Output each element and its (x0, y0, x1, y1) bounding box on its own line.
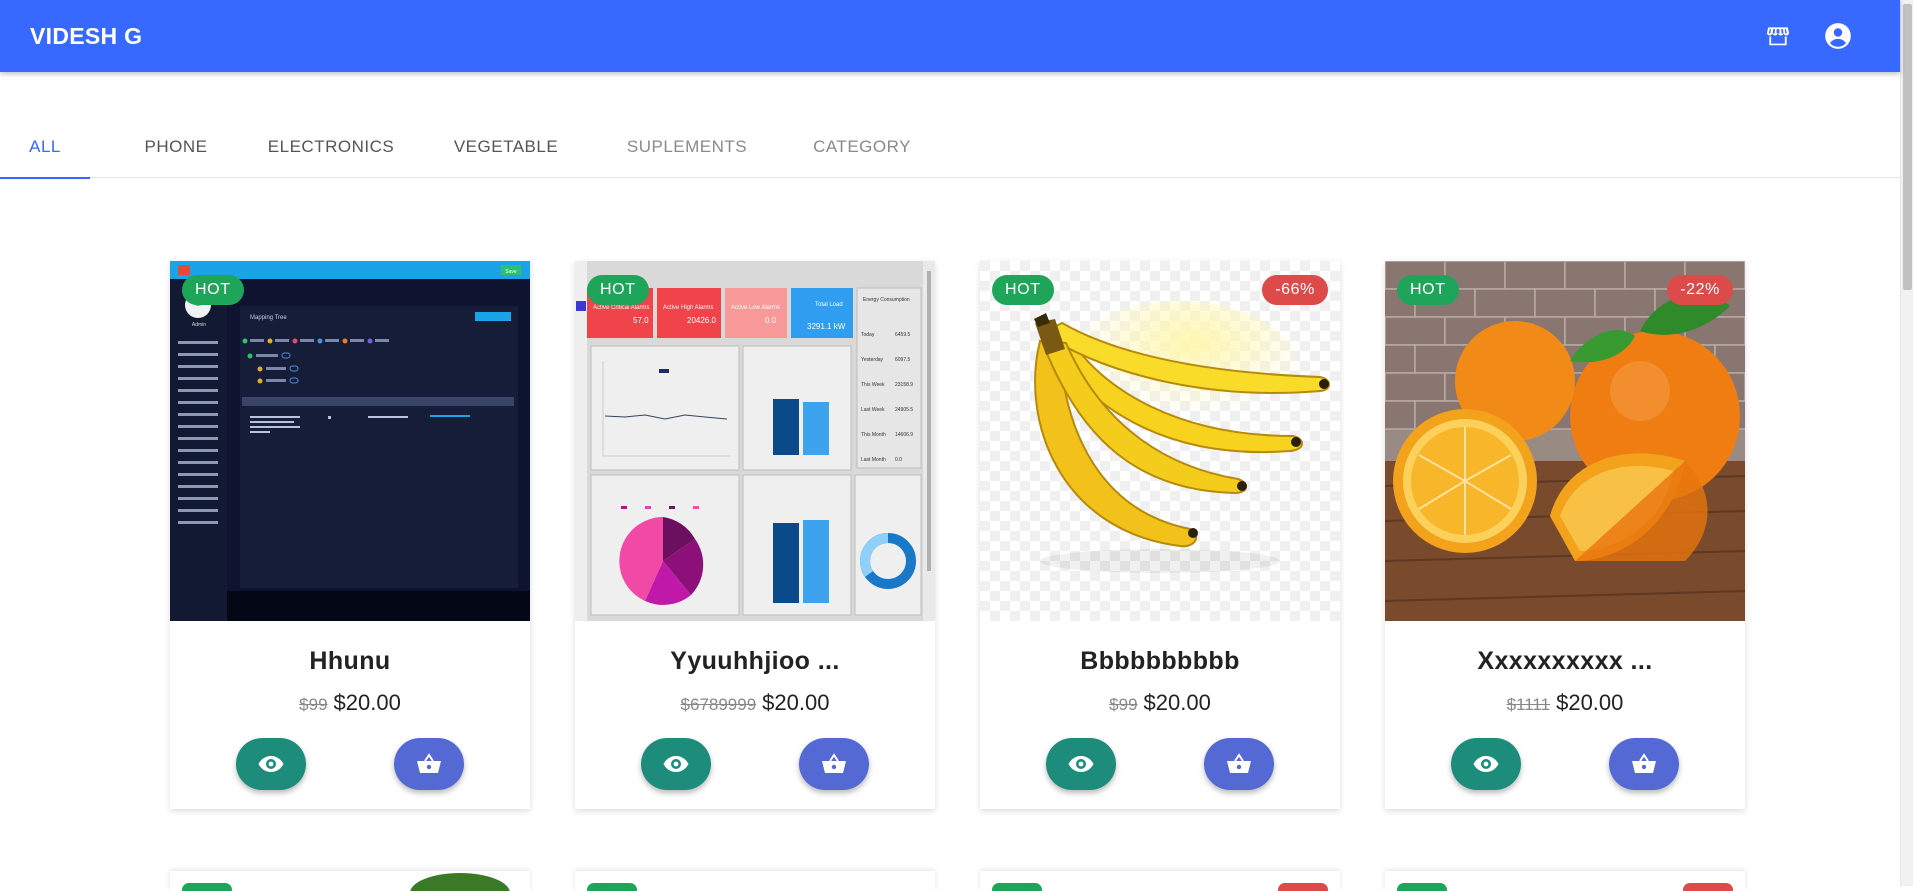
product-grid-next-row (170, 871, 1745, 891)
tab-suplements[interactable]: SUPLEMENTS (612, 116, 762, 178)
account-circle-icon[interactable] (1822, 20, 1854, 52)
old-price: $1111 (1506, 695, 1551, 714)
sale-price: $20.00 (333, 690, 401, 715)
svg-text:57.0: 57.0 (633, 316, 649, 325)
product-card[interactable]: HOT Save Admin Mapping Tree Hhunu $99 $2… (170, 261, 530, 809)
svg-text:14606.9: 14606.9 (895, 432, 913, 438)
add-to-cart-button[interactable] (1204, 738, 1274, 790)
hot-badge: HOT (1397, 275, 1459, 305)
svg-text:Mapping Tree: Mapping Tree (250, 315, 287, 321)
product-image-dashboard[interactable]: HOT Save Admin Mapping Tree (170, 261, 530, 621)
svg-text:Active Critical Alarms: Active Critical Alarms (593, 305, 649, 311)
bananas-image (980, 261, 1340, 621)
product-card[interactable]: HOT Active Critical Alarms 57.0 Active H… (575, 261, 935, 809)
svg-text:Yesterday: Yesterday (861, 357, 884, 363)
shopping-basket-icon (1227, 753, 1251, 773)
svg-text:Last Month: Last Month (861, 457, 886, 463)
product-image-oranges[interactable]: HOT -22% (1385, 261, 1745, 621)
brand-title[interactable]: VIDESH G (30, 23, 142, 50)
svg-text:3291.1 kW: 3291.1 kW (807, 322, 846, 331)
product-name[interactable]: Yyuuhhjioo ... (575, 647, 935, 676)
old-price: $99 (299, 695, 328, 714)
energy-dashboard-image: Active Critical Alarms 57.0 Active High … (575, 261, 935, 621)
svg-text:6097.5: 6097.5 (895, 357, 911, 363)
add-to-cart-button[interactable] (394, 738, 464, 790)
product-name[interactable]: Hhunu (170, 647, 530, 676)
dashboard-screenshot-image: Save Admin Mapping Tree (170, 261, 530, 621)
card-actions (980, 738, 1340, 790)
old-price: $99 (1109, 695, 1138, 714)
svg-text:Save: Save (505, 269, 517, 275)
discount-badge: -66% (1262, 275, 1328, 305)
view-button[interactable] (236, 738, 306, 790)
product-card-partial[interactable] (575, 871, 935, 891)
product-grid: HOT Save Admin Mapping Tree Hhunu $99 $2… (170, 261, 1745, 809)
svg-text:6459.5: 6459.5 (895, 332, 911, 338)
tab-category[interactable]: CATEGORY (762, 116, 962, 178)
hot-badge: HOT (587, 275, 649, 305)
product-card-partial[interactable] (1385, 871, 1745, 891)
product-image-bananas[interactable]: HOT -66% (980, 261, 1340, 621)
svg-text:Last Week: Last Week (861, 407, 885, 413)
eye-icon (1473, 756, 1499, 772)
product-prices: $99 $20.00 (980, 690, 1340, 716)
svg-text:23158.9: 23158.9 (895, 382, 913, 388)
eye-icon (663, 756, 689, 772)
shopping-basket-icon (822, 753, 846, 773)
add-to-cart-button[interactable] (799, 738, 869, 790)
eye-icon (1068, 756, 1094, 772)
add-to-cart-button[interactable] (1609, 738, 1679, 790)
tab-all[interactable]: ALL (0, 116, 90, 179)
product-prices: $6789999 $20.00 (575, 690, 935, 716)
svg-text:Active Low Alarms: Active Low Alarms (731, 305, 780, 311)
page-scrollbar[interactable] (1900, 0, 1913, 886)
card-actions (575, 738, 935, 790)
view-button[interactable] (641, 738, 711, 790)
product-prices: $99 $20.00 (170, 690, 530, 716)
card-actions (1385, 738, 1745, 790)
discount-badge: -22% (1667, 275, 1733, 305)
eye-icon (258, 756, 284, 772)
svg-text:0.0: 0.0 (765, 316, 777, 325)
svg-text:20426.0: 20426.0 (687, 316, 716, 325)
tab-vegetable[interactable]: VEGETABLE (400, 116, 612, 178)
hot-badge: HOT (992, 275, 1054, 305)
svg-text:Today: Today (861, 332, 875, 338)
svg-text:This Week: This Week (861, 382, 885, 388)
product-name[interactable]: Xxxxxxxxxx ... (1385, 647, 1745, 676)
app-bar: VIDESH G (0, 0, 1900, 72)
sale-price: $20.00 (1143, 690, 1211, 715)
shopping-basket-icon (417, 753, 441, 773)
tab-phone[interactable]: PHONE (90, 116, 262, 178)
svg-text:This Month: This Month (861, 432, 886, 438)
svg-text:24905.5: 24905.5 (895, 407, 913, 413)
hot-badge: HOT (182, 275, 244, 305)
sale-price: $20.00 (1556, 690, 1624, 715)
store-icon[interactable] (1762, 20, 1794, 52)
product-card-partial[interactable] (170, 871, 530, 891)
product-name[interactable]: Bbbbbbbbbb (980, 647, 1340, 676)
product-card[interactable]: HOT -22% Xxxxxxxxxx ... $1111 $20.00 (1385, 261, 1745, 809)
tab-electronics[interactable]: ELECTRONICS (262, 116, 400, 178)
svg-text:Total Load: Total Load (815, 302, 843, 308)
svg-text:Energy Consumption: Energy Consumption (863, 297, 910, 303)
svg-text:Active High Alarms: Active High Alarms (663, 305, 713, 311)
sale-price: $20.00 (762, 690, 830, 715)
app-bar-actions (1762, 20, 1870, 52)
svg-text:Admin: Admin (192, 322, 206, 328)
view-button[interactable] (1451, 738, 1521, 790)
product-image-energy-dashboard[interactable]: HOT Active Critical Alarms 57.0 Active H… (575, 261, 935, 621)
card-actions (170, 738, 530, 790)
scrollbar-thumb[interactable] (1903, 4, 1912, 290)
old-price: $6789999 (680, 695, 757, 714)
product-prices: $1111 $20.00 (1385, 690, 1745, 716)
product-card[interactable]: HOT -66% Bbbbbbbbbb $99 $20.00 (980, 261, 1340, 809)
shopping-basket-icon (1632, 753, 1656, 773)
oranges-image (1385, 261, 1745, 621)
svg-text:0.0: 0.0 (895, 457, 902, 463)
product-card-partial[interactable] (980, 871, 1340, 891)
category-tabs: ALL PHONE ELECTRONICS VEGETABLE SUPLEMEN… (0, 116, 1900, 179)
view-button[interactable] (1046, 738, 1116, 790)
